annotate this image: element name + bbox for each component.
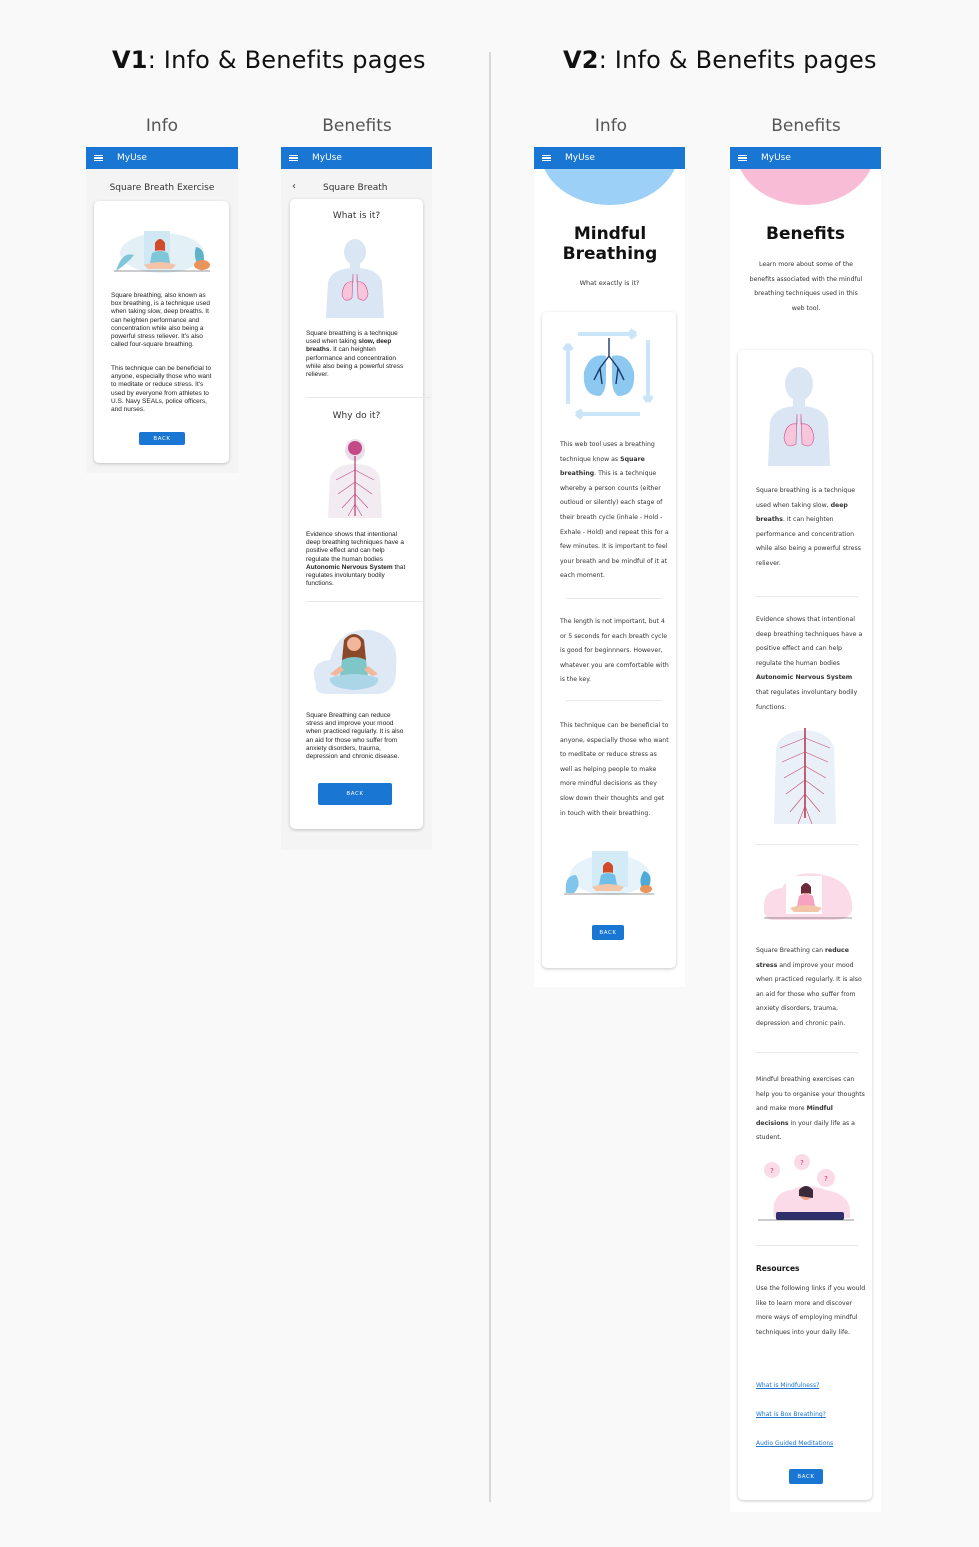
v2-info-paragraph-3: This technique can be beneficial to anyo… (560, 722, 669, 817)
v1-benefits-appbar: MyUse (281, 147, 432, 169)
nervous-system-illustration (328, 439, 382, 518)
why-do-it-text: Evidence shows that intentional deep bre… (306, 531, 408, 588)
b1-b: . It can heighten performance and concen… (756, 516, 861, 567)
svg-text:?: ? (824, 1175, 828, 1183)
back-chevron-icon[interactable]: ‹ (292, 181, 296, 192)
v1-section-title: V1: Info & Benefits pages (112, 46, 426, 74)
menu-icon[interactable] (542, 154, 551, 162)
menu-icon[interactable] (289, 154, 298, 162)
v2-info-divider-2 (566, 700, 662, 701)
svg-text:?: ? (770, 1167, 774, 1175)
v2-info-label: Info (594, 116, 628, 136)
v2-benefits-text-4: Mindful breathing exercises can help you… (756, 1073, 866, 1146)
v2-benefits-title: Benefits (766, 224, 845, 244)
v2-info-subtitle: What exactly is it? (579, 279, 640, 287)
section-divider (489, 52, 491, 1502)
why-text-a: Evidence shows that intentional deep bre… (306, 531, 404, 563)
v2-benefits-intro: Learn more about some of the benefits as… (749, 261, 863, 312)
meditation-room-illustration (564, 851, 654, 895)
app-name: MyUse (117, 153, 147, 163)
v2-benefits-appbar: MyUse (730, 147, 881, 169)
svg-text:?: ? (800, 1159, 804, 1167)
meditating-woman-pink-illustration (763, 873, 853, 920)
v1-benefits-label: Benefits (322, 116, 392, 136)
menu-icon[interactable] (94, 154, 103, 162)
why-text-bold: Autonomic Nervous System (306, 563, 393, 571)
square-breath-lungs-illustration (562, 328, 654, 420)
v1-benefits-heading: Square Breath (323, 183, 388, 193)
stress-text: Square Breathing can reduce stress and i… (306, 712, 404, 761)
v2-info-title: Mindful Breathing (562, 224, 658, 264)
v2-benefits-back-button[interactable]: BACK (789, 1469, 823, 1484)
app-name: MyUse (565, 153, 595, 163)
v2-benefits-text-2: Evidence shows that intentional deep bre… (756, 613, 866, 715)
v2-info-back-button[interactable]: BACK (592, 925, 624, 940)
v1-benefits-back-button[interactable]: BACK (318, 783, 392, 805)
b2-a: Evidence shows that intentional deep bre… (756, 616, 863, 667)
b2-b: that regulates involuntary bodily functi… (756, 688, 858, 711)
v1-info-label: Info (145, 116, 179, 136)
link-audio-guided-meditations[interactable]: Audio Guided Meditations (756, 1440, 833, 1447)
v2-info-appbar: MyUse (534, 147, 685, 169)
meditating-woman-illustration (313, 629, 397, 694)
v1-info-paragraph-2: This technique can be beneficial to anyo… (111, 365, 212, 414)
b2-bold: Autonomic Nervous System (756, 674, 853, 682)
nervous-system-back-illustration (774, 728, 836, 825)
menu-icon[interactable] (738, 154, 747, 162)
what-is-it-heading: What is it? (332, 211, 381, 221)
lungs-body-illustration (768, 367, 830, 466)
why-do-it-heading: Why do it? (332, 411, 381, 421)
v1-info-appbar: MyUse (86, 147, 238, 169)
meditation-room-illustration (114, 231, 210, 273)
v1-benefits-divider-1 (306, 397, 431, 398)
v1-title-prefix: V1 (112, 46, 148, 74)
v1-benefits-divider-2 (306, 601, 423, 602)
v2-benefits-divider-1 (756, 596, 858, 597)
v1-info-back-button[interactable]: BACK (139, 432, 185, 445)
v2-benefits-divider-2 (756, 844, 858, 845)
b3-a: Square Breathing can (756, 947, 825, 954)
v2-benefits-text-1: Square breathing is a technique used whe… (756, 484, 866, 572)
app-name: MyUse (312, 153, 342, 163)
v2-benefits-divider-4 (756, 1245, 858, 1246)
lungs-body-illustration (326, 239, 384, 318)
what-is-it-text: Square breathing is a technique used whe… (306, 330, 408, 379)
v2-benefits-label: Benefits (771, 116, 841, 136)
resources-text: Use the following links if you would lik… (756, 1285, 866, 1336)
b3-b: and improve your mood when practiced reg… (756, 961, 862, 1027)
v2-section-title: V2: Info & Benefits pages (563, 46, 877, 74)
app-name: MyUse (761, 153, 791, 163)
v2-benefits-text-3: Square Breathing can reduce stress and i… (756, 944, 866, 1032)
v1-info-heading: Square Breath Exercise (109, 183, 215, 193)
v2-info-p1-b: . This is a technique whereby a person c… (560, 470, 669, 580)
v2-benefits-divider-3 (756, 1052, 858, 1053)
v2-info-paragraph-1: This web tool uses a breathing technique… (560, 438, 670, 584)
v2-info-paragraph-2: The length is not important, but 4 or 5 … (560, 618, 669, 684)
v2-title-prefix: V2 (563, 46, 599, 74)
v1-info-paragraph-1: Square breathing, also known as box brea… (111, 292, 211, 349)
link-what-is-box-breathing[interactable]: What is Box Breathing? (756, 1411, 826, 1418)
link-what-is-mindfulness[interactable]: What is Mindfulness? (756, 1382, 819, 1389)
v2-info-divider-1 (566, 598, 662, 599)
v1-title-rest: : Info & Benefits pages (147, 46, 426, 74)
v2-title-rest: : Info & Benefits pages (598, 46, 877, 74)
thinking-student-illustration: ? ? ? (758, 1154, 854, 1221)
resources-heading: Resources (756, 1264, 800, 1273)
